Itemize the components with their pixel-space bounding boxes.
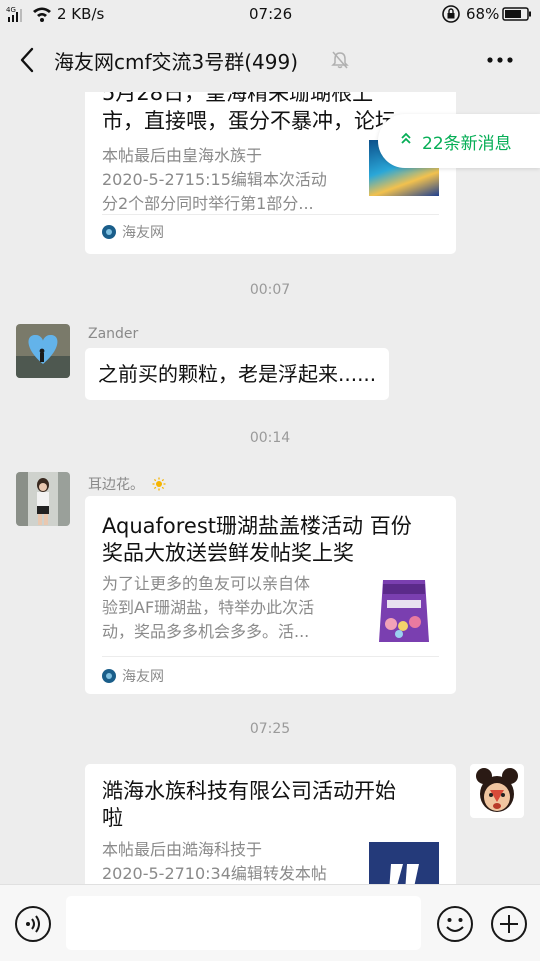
chat-header: 海友网cmf交流3号群(499) [0, 28, 540, 92]
signal-icon: 4G [6, 4, 54, 28]
text-message-bubble[interactable]: 之前买的颗粒，老是浮起来...... [85, 348, 390, 400]
card-description-line: 验到AF珊湖盐，特举办此次活 [102, 598, 315, 617]
card-title-line: 奖品大放送尝鲜发帖奖上奖 [102, 541, 354, 565]
card-title-line: 市，直接喂，蛋分不暴冲，论坛 [102, 109, 396, 133]
chat-title: 海友网cmf交流3号群(499) [54, 50, 299, 74]
message-timestamp: 07:25 [249, 721, 291, 737]
chat-message-list[interactable]: 5月28日，皇海精采珊瑚根上 市，直接喂，蛋分不暴冲，论坛 本帖最后由皇海水族于… [0, 92, 540, 884]
sender-name-text: 耳边花。 [88, 477, 144, 493]
card-thumbnail [369, 576, 439, 646]
card-title-line: Aquaforest珊湖盐盖楼活动 百份 [102, 514, 412, 538]
card-description-line: 2020-5-2715:15编辑本次活动 [102, 170, 327, 189]
link-card-message[interactable]: 澔海水族科技有限公司活动开始 啦 本帖最后由澔海科技于 2020-5-2710:… [85, 764, 456, 884]
card-source-label: 海友网 [122, 669, 164, 685]
card-description-line: 为了让更多的鱼友可以亲自体 [102, 574, 311, 593]
rotation-lock-icon [441, 4, 461, 28]
source-logo-icon [102, 225, 116, 239]
mute-bell-icon [330, 50, 350, 74]
my-avatar[interactable] [470, 764, 524, 818]
network-type: 4G [6, 6, 16, 14]
back-button[interactable] [14, 44, 42, 76]
plus-icon [491, 906, 527, 942]
card-thumbnail [369, 842, 439, 884]
battery-percent: 68% [466, 5, 500, 23]
card-title-line: 啦 [102, 806, 123, 830]
status-bar: 4G 2 KB/s 07:26 68% [0, 0, 540, 28]
card-source-label: 海友网 [122, 225, 164, 241]
link-card-message[interactable]: Aquaforest珊湖盐盖楼活动 百份 奖品大放送尝鲜发帖奖上奖 为了让更多的… [85, 496, 456, 694]
more-functions-button[interactable] [490, 905, 528, 947]
card-title-line: 澔海水族科技有限公司活动开始 [102, 779, 396, 803]
emoji-button[interactable] [436, 905, 474, 947]
more-dots-icon [487, 57, 513, 63]
card-description-line: 本帖最后由澔海科技于 [102, 840, 263, 859]
card-description-line: 本帖最后由皇海水族于 [102, 146, 263, 165]
sun-emoji-icon [152, 477, 166, 495]
new-messages-label: 22条新消息 [422, 133, 512, 154]
sender-name: 耳边花。 [88, 474, 166, 495]
message-timestamp: 00:14 [249, 430, 291, 446]
sender-name: Zander [88, 326, 139, 342]
card-description-line: 2020-5-2710:34编辑转发本帖 [102, 864, 327, 883]
clock: 07:26 [249, 5, 293, 23]
new-messages-button[interactable]: 22条新消息 [378, 114, 540, 168]
card-divider [102, 656, 439, 657]
battery-icon [502, 7, 532, 25]
chevron-left-icon [20, 47, 34, 73]
card-title-line: 5月28日，皇海精采珊瑚根上 [102, 92, 374, 105]
card-description-line: 分2个部分同时举行第1部分... [102, 194, 314, 213]
card-source: 海友网 [102, 222, 164, 242]
voice-input-button[interactable] [14, 905, 52, 947]
message-timestamp: 00:07 [249, 282, 291, 298]
network-speed: 2 KB/s [57, 5, 105, 23]
avatar[interactable] [16, 324, 70, 378]
card-source: 海友网 [102, 666, 164, 686]
double-chevron-up-icon [400, 131, 412, 151]
avatar[interactable] [16, 472, 70, 526]
card-divider [102, 214, 439, 215]
source-logo-icon [102, 669, 116, 683]
smiley-icon [437, 906, 473, 942]
message-text: 之前买的颗粒，老是浮起来...... [98, 362, 377, 386]
more-options-button[interactable] [486, 48, 514, 76]
card-description-line: 动，奖品多多机会多多。活... [102, 622, 310, 641]
voice-icon [15, 906, 51, 942]
input-bar [0, 884, 540, 961]
message-input[interactable] [66, 896, 421, 950]
